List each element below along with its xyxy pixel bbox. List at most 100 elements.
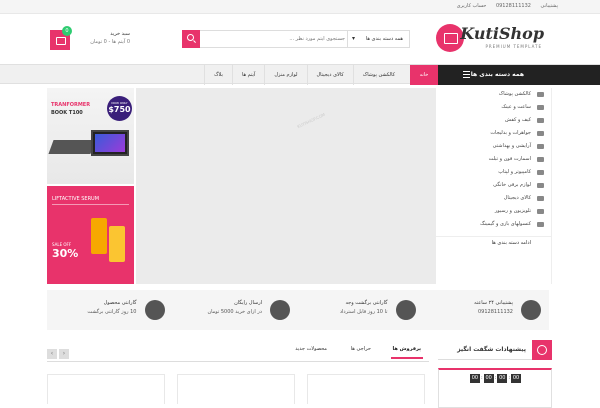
sale-value: 30% [52, 247, 79, 260]
clock-icon [395, 300, 416, 320]
sidebar-item-label: کالای دیجیتال [503, 195, 531, 201]
sidebar-item-label: آرایشی و بهداشتی [492, 143, 531, 149]
category-icon [537, 196, 544, 201]
sidebar-item[interactable]: کیف و کفش [436, 114, 551, 127]
sidebar-item[interactable]: آرایشی و بهداشتی [436, 140, 551, 153]
nav-item[interactable]: کالکشن پوشاک [352, 65, 404, 85]
category-sidebar: کالکشن پوشاک ساعت و عینک کیف و کفش جواهر… [436, 88, 552, 284]
feature-subtitle: 09128111132 [478, 309, 513, 315]
banner-title: TRANFORMER [51, 102, 91, 108]
category-icon [537, 157, 544, 162]
sidebar-item[interactable]: کنسولهای بازی و گیمینگ [436, 218, 551, 231]
nav-item[interactable]: بلاگ [204, 65, 232, 85]
account-menu[interactable]: حساب کاربری [457, 3, 487, 9]
sidebar-item[interactable]: اسمارت فون و تبلت [436, 153, 551, 166]
carousel-arrows: ‹ › [47, 349, 71, 359]
phone-number: 09128111132 [495, 3, 531, 9]
sidebar-item-label: تلویزیون و رسیور [494, 208, 531, 214]
sidebar-item-label: کنسولهای بازی و گیمینگ [480, 221, 531, 227]
sidebar-item[interactable]: کامپیوتر و لپتاپ [436, 166, 551, 179]
support-link[interactable]: پشتیبانی [541, 3, 558, 9]
cart-summary: 0 آیتم ها - 0 تومان [90, 39, 130, 45]
promo-banner-laptop[interactable]: TRANFORMER BOOK T100 NOW ONLY $750 [47, 88, 134, 184]
feature-shipping: ارسال رایگان در ازای خرید 5000 تومان [173, 290, 299, 330]
category-icon [537, 118, 544, 123]
laptop-image [48, 140, 96, 154]
timer-minutes: 00 [497, 374, 508, 383]
sidebar-item-label: جواهرات و بدلیجات [490, 130, 531, 136]
tab-bestsellers[interactable]: پرفروش ها [390, 346, 424, 359]
category-icon [537, 222, 544, 227]
stopwatch-icon [532, 340, 552, 360]
banner-divider [52, 204, 129, 205]
all-categories-button[interactable]: همه دسته بندی ها [438, 65, 600, 85]
feature-title: گارانتی محصول [103, 300, 137, 306]
special-offers-header: پیشنهادات شگفت انگیز [438, 340, 552, 360]
header: KutiShop PREMIUM TEMPLATE همه دسته بندی … [0, 14, 600, 64]
menu-icon [463, 71, 470, 78]
search-category-select[interactable]: همه دسته بندی ها [347, 31, 409, 47]
nav-item[interactable]: لوازم منزل [264, 65, 306, 85]
sale-badge: SALE OFF 30% [52, 242, 82, 268]
feature-subtitle: در ازای خرید 5000 تومان [207, 309, 262, 315]
search-button[interactable] [182, 30, 200, 48]
feature-refund: گارانتی برگشت وجه تا 10 روز قابل استرداد [298, 290, 424, 330]
sidebar-item-label: کالکشن پوشاک [498, 91, 531, 97]
sidebar-item[interactable]: تلویزیون و رسیور [436, 205, 551, 218]
main-slider[interactable]: KUTISHOP.COM [136, 88, 436, 284]
promo-banner-serum[interactable]: LIFTACTIVE SERUM SALE OFF 30% [47, 186, 134, 284]
nav-menu: کالکشن پوشاک کالای دیجیتال لوازم منزل آی… [204, 65, 404, 85]
product-image [91, 218, 107, 254]
sidebar-item-label: لوازم برقی خانگی [493, 182, 531, 188]
sidebar-item[interactable]: کالکشن پوشاک [436, 88, 551, 101]
category-icon [537, 183, 544, 188]
arrow-left-icon[interactable]: ‹ [47, 349, 57, 359]
category-icon [537, 92, 544, 97]
timer-hours: 00 [483, 374, 494, 383]
sidebar-item-label: کامپیوتر و لپتاپ [498, 169, 531, 175]
banner-title: LIFTACTIVE SERUM [52, 196, 100, 202]
cart-widget[interactable]: سبد خرید 0 آیتم ها - 0 تومان 0 [50, 26, 130, 50]
feature-subtitle: 10 روز گارانتی برگشت [87, 309, 137, 315]
special-offers: پیشنهادات شگفت انگیز 00: 00: 00: 00 [438, 340, 552, 408]
feature-title: گارانتی برگشت وجه [345, 300, 388, 306]
cart-title: سبد خرید [110, 31, 130, 37]
main-nav: همه دسته بندی ها خانه کالکشن پوشاک کالای… [0, 64, 600, 85]
features-bar: پشتیبانی ۲۴ ساعته 09128111132 گارانتی بر… [47, 290, 549, 330]
sidebar-item-label: اسمارت فون و تبلت [488, 156, 531, 162]
top-bar: پشتیبانی 09128111132 حساب کاربری [0, 0, 600, 14]
umbrella-icon [144, 300, 165, 320]
tablet-image [91, 130, 129, 156]
support-icon [521, 300, 541, 320]
feature-warranty: گارانتی محصول 10 روز گارانتی برگشت [47, 290, 173, 330]
nav-home[interactable]: خانه [410, 65, 438, 85]
sidebar-item[interactable]: لوازم برقی خانگی [436, 179, 551, 192]
product-image [109, 226, 125, 262]
nav-item[interactable]: کالای دیجیتال [306, 65, 353, 85]
category-icon [537, 209, 544, 214]
product-tabs: پرفروش ها حراجی ها محصولات جدید [47, 340, 429, 362]
arrow-right-icon[interactable]: › [59, 349, 69, 359]
sidebar-item[interactable]: کالای دیجیتال [436, 192, 551, 205]
tab-sales[interactable]: حراجی ها [351, 346, 371, 352]
timer-days: 00 [469, 374, 480, 383]
nav-item[interactable]: آیتم ها [231, 65, 264, 85]
feature-title: ارسال رایگان [234, 300, 262, 306]
slider-watermark: KUTISHOP.COM [296, 111, 326, 130]
feature-subtitle: تا 10 روز قابل استرداد [339, 309, 388, 315]
price-badge: NOW ONLY $750 [107, 96, 132, 121]
top-links: پشتیبانی 09128111132 حساب کاربری [449, 3, 558, 9]
category-icon [537, 131, 544, 136]
sidebar-item[interactable]: ساعت و عینک [436, 101, 551, 114]
countdown-timer: 00: 00: 00: 00 [469, 374, 521, 383]
category-icon [537, 144, 544, 149]
banner-model: BOOK T100 [51, 110, 83, 116]
logo[interactable]: KutiShop PREMIUM TEMPLATE [436, 22, 552, 58]
search-input[interactable] [200, 32, 345, 46]
tab-new-products[interactable]: محصولات جدید [295, 346, 327, 352]
sidebar-item[interactable]: جواهرات و بدلیجات [436, 127, 551, 140]
more-categories-link[interactable]: ادامه دسته بندی ها [436, 236, 551, 249]
special-offers-title: پیشنهادات شگفت انگیز [457, 346, 526, 353]
category-icon [537, 105, 544, 110]
airplane-icon [270, 300, 290, 320]
